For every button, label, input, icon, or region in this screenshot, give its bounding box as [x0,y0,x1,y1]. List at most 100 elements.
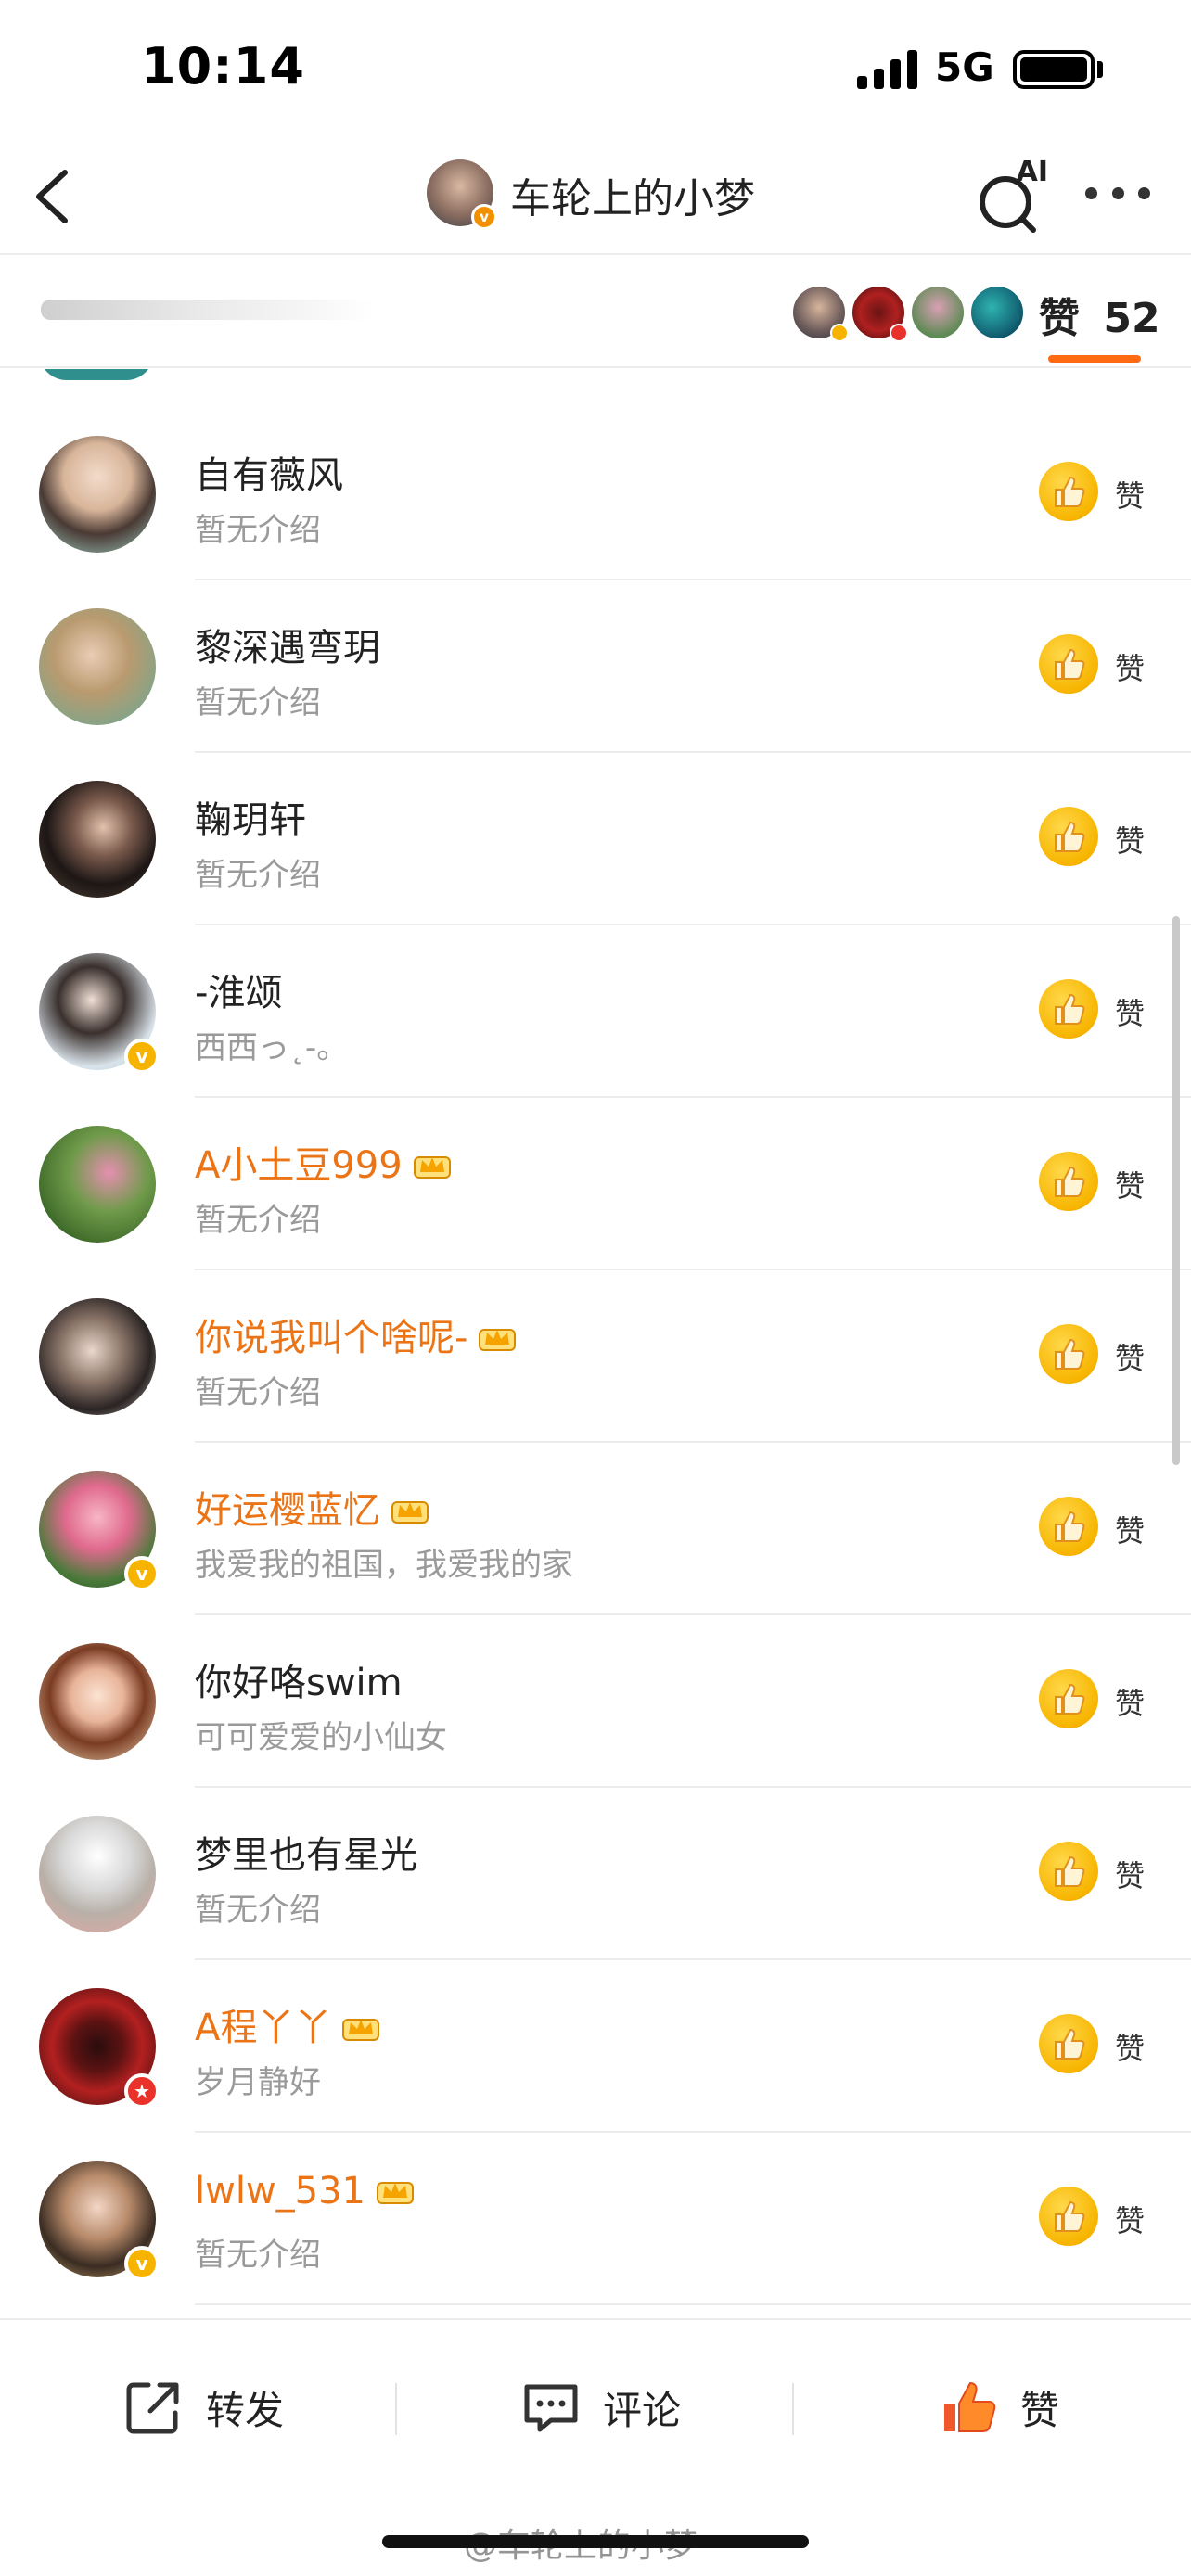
mini-avatar [912,287,964,338]
repost-label: 转发 [206,2387,285,2433]
user-name[interactable]: 鞠玥轩 [195,790,306,844]
user-name-vip[interactable]: 你说我叫个啥呢- [195,1307,518,1361]
user-name-vip[interactable]: 好运樱蓝忆 [195,1480,430,1534]
thumbs-up-icon [1039,462,1098,521]
liker-avatar-stack[interactable] [793,287,1031,342]
crown-icon [479,1329,517,1351]
like-label: 赞 [1115,1168,1146,1204]
user-intro: 我爱我的祖国，我爱我的家 [195,1547,573,1584]
list-item[interactable]: v lwlw_531 暂无介绍 赞 [0,2133,1191,2305]
list-item[interactable]: 自有薇风 暂无介绍 赞 [0,408,1191,580]
avatar[interactable] [39,1126,156,1243]
avatar[interactable]: v [39,1471,160,1591]
comment-label: 评论 [603,2387,682,2433]
tab-likes[interactable]: 赞 52 [1039,285,1160,344]
user-name-text: 你说我叫个啥呢- [195,1317,468,1359]
share-icon [126,2382,179,2434]
user-name[interactable]: 你好咯swim [195,1652,403,1706]
mini-avatar [852,287,908,342]
list-item[interactable]: v 好运樱蓝忆 我爱我的祖国，我爱我的家 赞 [0,1443,1191,1615]
mini-avatar [971,287,1023,338]
ai-search-button[interactable]: AI [976,156,1050,234]
user-name[interactable]: 自有薇风 [195,445,343,499]
like-label: 赞 [1115,996,1146,1031]
cellular-signal-icon [857,48,918,89]
user-intro: 可可爱爱的小仙女 [195,1719,447,1756]
avatar[interactable] [39,608,156,725]
mini-avatar [793,287,849,342]
user-name[interactable]: 黎深遇弯玥 [195,618,380,671]
user-intro: 暂无介绍 [195,512,321,549]
list-item[interactable]: 你好咯swim 可可爱爱的小仙女 赞 [0,1615,1191,1788]
like-button[interactable]: 赞 [1039,634,1159,695]
user-name-vip[interactable]: lwlw_531 [195,2170,416,2213]
like-label: 赞 [1115,478,1146,514]
likers-list: 自有薇风 暂无介绍 赞 黎深遇弯玥 暂无介绍 赞 鞠玥轩 暂无介绍 赞 v -淮… [0,408,1191,2305]
thumbs-up-icon [1039,2187,1098,2246]
user-intro: 暂无介绍 [195,1202,321,1239]
like-button[interactable]: 赞 [1039,2187,1159,2248]
like-label: 赞 [1115,651,1146,686]
user-intro: 岁月静好 [195,2064,321,2101]
tab-bar: 赞 52 [0,255,1191,368]
chevron-left-icon [36,170,68,223]
like-button[interactable]: 赞 [1039,1669,1159,1730]
user-name-text: lwlw_531 [195,2170,366,2213]
list-item[interactable]: v -淮颂 西西っ˛-。 赞 [0,925,1191,1098]
like-button[interactable]: 赞 [1039,979,1159,1040]
user-name-vip[interactable]: A小土豆999 [195,1135,453,1189]
user-intro: 西西っ˛-。 [195,1029,349,1066]
avatar[interactable]: v [39,2161,160,2281]
like-button[interactable]: 赞 [1039,462,1159,523]
ai-label: AI [1016,156,1048,188]
verified-badge-icon: v [471,204,497,230]
user-intro: 暂无介绍 [195,1892,321,1929]
avatar[interactable] [39,1298,156,1415]
thumbs-up-icon [1039,634,1098,694]
like-label: 赞 [1115,2031,1146,2066]
list-item[interactable]: 梦里也有星光 暂无介绍 赞 [0,1788,1191,1960]
avatar[interactable] [39,781,156,898]
user-name-vip[interactable]: A程丫丫 [195,1997,381,2051]
like-button[interactable]: 赞 [1039,1497,1159,1558]
thumbs-up-icon [944,2381,996,2432]
crown-icon [391,1501,429,1524]
list-item[interactable]: 鞠玥轩 暂无介绍 赞 [0,753,1191,925]
list-item[interactable]: 你说我叫个啥呢- 暂无介绍 赞 [0,1270,1191,1443]
author-avatar[interactable]: v [427,159,497,230]
avatar[interactable]: v [39,953,160,1074]
like-button[interactable]: 赞 [1039,807,1159,868]
user-name[interactable]: -淮颂 [195,963,282,1016]
like-button[interactable]: 赞 [1039,1324,1159,1385]
verified-badge-icon: v [124,1556,160,1591]
crown-icon [377,2182,415,2204]
more-options-button[interactable] [1085,184,1150,202]
nav-bar: v 车轮上的小梦 AI [0,139,1191,254]
avatar[interactable]: ★ [39,1988,160,2109]
user-name[interactable]: 梦里也有星光 [195,1825,417,1879]
divider [792,2383,794,2435]
avatar[interactable] [39,1643,156,1760]
like-post-button[interactable]: 赞 [935,2370,1059,2444]
list-item[interactable]: 黎深遇弯玥 暂无介绍 赞 [0,580,1191,753]
back-button[interactable] [26,159,85,234]
home-indicator[interactable] [382,2535,809,2548]
like-label: 赞 [1115,1341,1146,1376]
blurred-tabs[interactable] [41,300,375,320]
dot-icon [1085,186,1097,199]
avatar[interactable] [39,1816,156,1932]
user-intro: 暂无介绍 [195,684,321,721]
list-item[interactable]: A小土豆999 暂无介绍 赞 [0,1098,1191,1270]
like-button[interactable]: 赞 [1039,1842,1159,1903]
like-button[interactable]: 赞 [1039,2014,1159,2075]
list-item[interactable]: ★ A程丫丫 岁月静好 赞 [0,1960,1191,2133]
battery-tip [1097,61,1103,78]
thumbs-up-icon [1039,1152,1098,1211]
page-title[interactable]: 车轮上的小梦 [510,165,755,224]
avatar[interactable] [39,436,156,553]
repost-button[interactable]: 转发 [121,2370,284,2444]
scrollbar[interactable] [1172,916,1180,1465]
like-post-label: 赞 [1020,2387,1060,2433]
like-button[interactable]: 赞 [1039,1152,1159,1213]
comment-button[interactable]: 评论 [518,2370,681,2444]
